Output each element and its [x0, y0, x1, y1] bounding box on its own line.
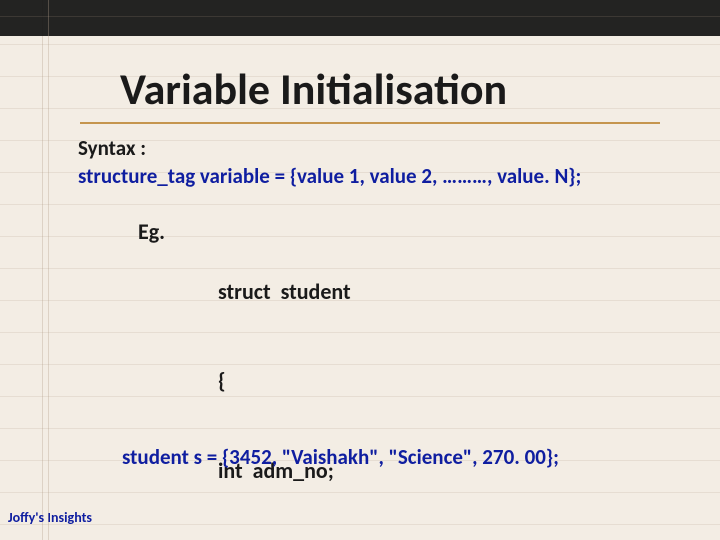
footer-text: Joffy's Insights	[8, 509, 92, 526]
title-underline	[80, 122, 660, 124]
code-line: {	[218, 366, 364, 396]
code-block: struct student { int adm_no; char name[2…	[218, 218, 364, 540]
syntax-line: structure_tag variable = {value 1, value…	[78, 162, 581, 190]
page-title: Variable Initialisation	[120, 62, 507, 116]
syntax-label: Syntax :	[78, 134, 581, 162]
syntax-block: Syntax : structure_tag variable = {value…	[78, 134, 581, 191]
slide: Variable Initialisation Syntax : structu…	[0, 0, 720, 540]
example-label: Eg.	[138, 218, 165, 245]
top-strip	[0, 0, 720, 36]
initialisation-line: student s = {3452, "Vaishakh", "Science"…	[122, 444, 559, 470]
code-line: struct student	[218, 277, 364, 307]
